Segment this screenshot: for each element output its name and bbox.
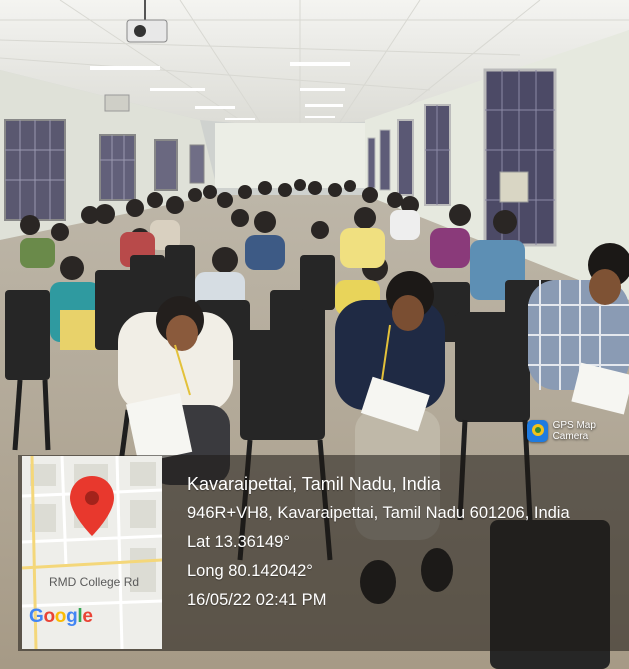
app-name: GPS Map Camera bbox=[552, 420, 596, 442]
mini-map: RMD College Rd Google bbox=[22, 456, 162, 649]
google-logo: Google bbox=[29, 606, 93, 627]
gps-map-camera-badge: GPS Map Camera bbox=[527, 420, 629, 442]
back-wall bbox=[215, 123, 365, 188]
place-name: Kavaraipettai, Tamil Nadu, India bbox=[187, 474, 441, 494]
map-road-label: RMD College Rd bbox=[49, 575, 140, 589]
longitude: Long 80.142042° bbox=[187, 562, 313, 580]
geotag-info: Kavaraipettai, Tamil Nadu, India 946R+VH… bbox=[187, 470, 570, 615]
address: 946R+VH8, Kavaraipettai, Tamil Nadu 6012… bbox=[187, 504, 570, 522]
gps-map-camera-icon bbox=[527, 420, 548, 442]
latitude: Lat 13.36149° bbox=[187, 533, 290, 551]
datetime: 16/05/22 02:41 PM bbox=[187, 591, 327, 609]
